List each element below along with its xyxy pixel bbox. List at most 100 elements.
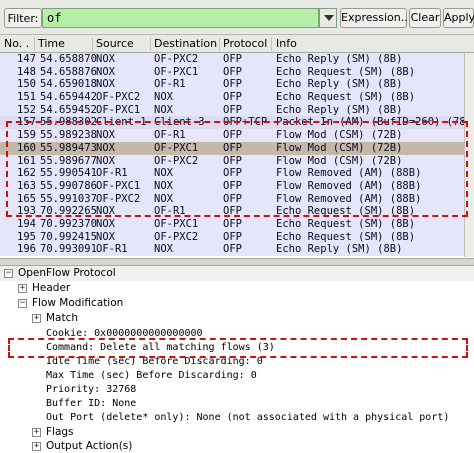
expression-button[interactable]: Expression... bbox=[340, 8, 411, 28]
collapse-icon[interactable]: − bbox=[4, 269, 13, 278]
filter-input[interactable] bbox=[42, 8, 319, 28]
packet-info: Echo Request (SM) (8B) bbox=[276, 65, 416, 78]
packet-time: 54.659442 bbox=[40, 91, 97, 104]
packet-destination: NOX bbox=[154, 179, 173, 192]
packet-info: Echo Request (SM) (8B) bbox=[276, 205, 416, 218]
packet-row[interactable]: 193 70.992265 NOX OF-R1 OFP Echo Request (SM)… bbox=[0, 205, 474, 218]
filter-label[interactable]: Filter: bbox=[4, 8, 42, 28]
filter-history-dropdown[interactable] bbox=[319, 8, 337, 28]
packet-source: NOX bbox=[96, 65, 115, 78]
packet-row[interactable]: 161 55.989677 NOX OF-PXC2 OFP Flow Mod (CSM) … bbox=[0, 154, 474, 168]
tree-item-cookie[interactable]: Cookie: 0x0000000000000000 bbox=[46, 327, 203, 340]
packet-row[interactable]: 165 55.991037 OF-PXC2 NOX OFP Flow Removed (A… bbox=[0, 192, 474, 206]
tree-item-command[interactable]: Command: Delete all matching flows (3) bbox=[46, 341, 275, 354]
packet-protocol: OFP bbox=[223, 129, 242, 142]
packet-destination: OF-PXC2 bbox=[154, 154, 199, 167]
apply-button[interactable]: Apply bbox=[443, 8, 474, 28]
packet-destination: OF-PXC1 bbox=[154, 217, 199, 230]
packet-source: NOX bbox=[96, 141, 115, 154]
packet-protocol: OFP bbox=[223, 154, 242, 167]
expand-icon[interactable]: + bbox=[32, 442, 41, 451]
packet-no: 162 bbox=[17, 167, 36, 180]
column-header-time[interactable]: Time bbox=[38, 37, 93, 51]
pane-splitter[interactable] bbox=[0, 258, 474, 266]
packet-time: 55.990786 bbox=[40, 179, 97, 192]
packet-protocol: OFP bbox=[223, 205, 242, 218]
packet-destination: NOX bbox=[154, 91, 173, 104]
packet-time: 55.989473 bbox=[40, 141, 97, 154]
tree-item-flow-modification[interactable]: Flow Modification bbox=[32, 297, 123, 310]
packet-row[interactable]: 152 54.659452 OF-PXC1 NOX OFP Echo Reply (SM)… bbox=[0, 103, 474, 117]
tree-item-openflow-protocol[interactable]: OpenFlow Protocol bbox=[18, 267, 116, 280]
tree-item-output-actions[interactable]: Output Action(s) bbox=[46, 440, 132, 453]
packet-protocol: OFP bbox=[223, 243, 242, 256]
packet-info: Flow Mod (CSM) (72B) bbox=[276, 129, 403, 142]
packet-no: 193 bbox=[17, 205, 36, 218]
packet-list: 147 54.658870 NOX OF-PXC2 OFP Echo Reply (SM)… bbox=[0, 53, 474, 256]
tree-item-header[interactable]: Header bbox=[32, 282, 70, 295]
packet-source: NOX bbox=[96, 154, 115, 167]
packet-destination: OF-PXC2 bbox=[154, 53, 199, 65]
packet-source: OF-PXC1 bbox=[96, 103, 141, 116]
packet-row[interactable]: 160 55.989473 NOX OF-PXC1 OFP Flow Mod (CSM) … bbox=[0, 141, 474, 155]
packet-row[interactable]: 195 70.992415 NOX OF-PXC2 OFP Echo Request (S… bbox=[0, 230, 474, 244]
packet-time: 55.989238 bbox=[40, 129, 97, 142]
packet-source: OF-PXC2 bbox=[96, 91, 141, 104]
packet-protocol: OFP bbox=[223, 192, 242, 205]
column-header-no[interactable]: No. . bbox=[4, 37, 35, 51]
expand-icon[interactable]: + bbox=[32, 428, 41, 437]
packet-row[interactable]: 151 54.659442 OF-PXC2 NOX OFP Echo Request (S… bbox=[0, 91, 474, 104]
packet-list-header: No. . Time Source Destination Protocol I… bbox=[0, 35, 474, 53]
tree-item-buffer-id[interactable]: Buffer ID: None bbox=[46, 397, 136, 410]
column-header-protocol[interactable]: Protocol bbox=[223, 37, 272, 51]
collapse-icon[interactable]: − bbox=[18, 299, 27, 308]
packet-time: 55.989677 bbox=[40, 154, 97, 167]
packet-no: 160 bbox=[17, 141, 36, 154]
packet-row[interactable]: 159 55.989238 NOX OF-R1 OFP Flow Mod (CSM) (7… bbox=[0, 129, 474, 142]
packet-row[interactable]: 196 70.993091 OF-R1 NOX OFP Echo Reply (SM) (… bbox=[0, 243, 474, 256]
expand-icon[interactable]: + bbox=[18, 284, 27, 293]
packet-row[interactable]: 148 54.658876 NOX OF-PXC1 OFP Echo Request (S… bbox=[0, 65, 474, 79]
column-header-destination[interactable]: Destination bbox=[154, 37, 220, 51]
packet-row[interactable]: 194 70.992370 NOX OF-PXC1 OFP Echo Request (S… bbox=[0, 217, 474, 231]
packet-list-scrollbar[interactable] bbox=[464, 53, 474, 257]
packet-time: 70.992415 bbox=[40, 230, 97, 243]
tree-item-match[interactable]: Match bbox=[46, 312, 78, 325]
tree-item-out-port[interactable]: Out Port (delete* only): None (not assoc… bbox=[46, 411, 449, 424]
packet-details-tree: − OpenFlow Protocol + Header − Flow Modi… bbox=[0, 266, 474, 453]
packet-no: 152 bbox=[17, 103, 36, 116]
packet-source: NOX bbox=[96, 78, 115, 91]
packet-no: 147 bbox=[17, 53, 36, 65]
packet-no: 148 bbox=[17, 65, 36, 78]
column-header-source[interactable]: Source bbox=[96, 37, 151, 51]
packet-no: 196 bbox=[17, 243, 36, 256]
packet-no: 165 bbox=[17, 192, 36, 205]
packet-time: 70.992265 bbox=[40, 205, 97, 218]
packet-info: Echo Reply (SM) (8B) bbox=[276, 103, 403, 116]
expand-icon[interactable]: + bbox=[32, 314, 41, 323]
packet-row[interactable]: 157 55.988302 Client-1 Client-3 OFP+TCP Packe… bbox=[0, 116, 474, 130]
tree-item-idle-time[interactable]: Idle Time (sec) Before Discarding: 0 bbox=[46, 355, 263, 368]
packet-time: 70.993091 bbox=[40, 243, 97, 256]
packet-protocol: OFP bbox=[223, 179, 242, 192]
column-header-info[interactable]: Info bbox=[276, 37, 462, 51]
packet-info: Flow Removed (AM) (88B) bbox=[276, 167, 422, 180]
packet-row[interactable]: 147 54.658870 NOX OF-PXC2 OFP Echo Reply (SM)… bbox=[0, 53, 474, 66]
packet-row[interactable]: 162 55.990541 OF-R1 NOX OFP Flow Removed (AM)… bbox=[0, 167, 474, 180]
packet-protocol: OFP bbox=[223, 65, 242, 78]
packet-protocol: OFP bbox=[223, 78, 242, 91]
packet-no: 159 bbox=[17, 129, 36, 142]
packet-no: 163 bbox=[17, 179, 36, 192]
packet-time: 55.990541 bbox=[40, 167, 97, 180]
packet-no: 157 bbox=[17, 116, 36, 129]
packet-info: Packet In (AM) (BufID=260) (78B) bbox=[276, 116, 474, 129]
packet-row[interactable]: 150 54.659018 NOX OF-R1 OFP Echo Reply (SM) (… bbox=[0, 78, 474, 92]
clear-button[interactable]: Clear bbox=[409, 8, 441, 28]
tree-item-flags[interactable]: Flags bbox=[46, 426, 74, 439]
tree-item-priority[interactable]: Priority: 32768 bbox=[46, 383, 136, 396]
packet-destination: OF-R1 bbox=[154, 129, 186, 142]
packet-row[interactable]: 163 55.990786 OF-PXC1 NOX OFP Flow Removed (A… bbox=[0, 179, 474, 193]
tree-item-max-time[interactable]: Max Time (sec) Before Discarding: 0 bbox=[46, 369, 257, 382]
packet-time: 55.991037 bbox=[40, 192, 97, 205]
packet-destination: NOX bbox=[154, 103, 173, 116]
